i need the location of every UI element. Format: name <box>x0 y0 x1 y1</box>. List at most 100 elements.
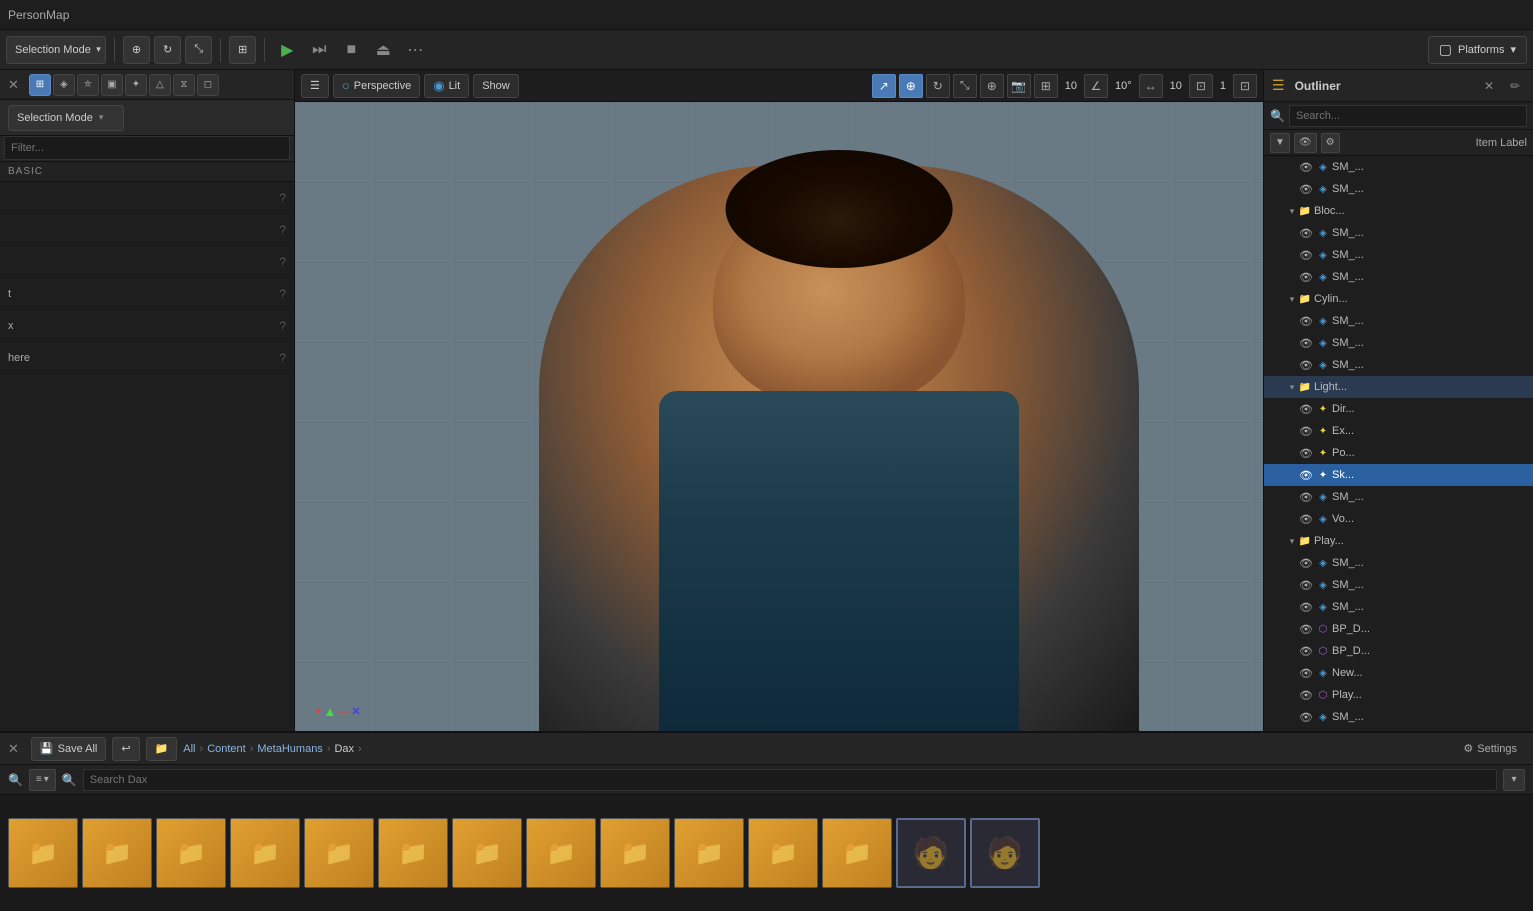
scale-mode-icon-btn[interactable]: ⤡ <box>953 74 977 98</box>
content-thumb-7[interactable]: 📁 <box>452 818 522 888</box>
snap-icon-btn[interactable]: ⊡ <box>1189 74 1213 98</box>
content-thumb-10[interactable]: 📁 <box>674 818 744 888</box>
eye-icon-sm8[interactable]: 👁 <box>1298 357 1314 373</box>
panel-tab-placement[interactable]: ⊞ <box>29 74 51 96</box>
tree-item-sky-light[interactable]: 👁 ✦ Sk... <box>1264 464 1533 486</box>
viewport-hamburger-button[interactable]: ☰ <box>301 74 329 98</box>
show-button[interactable]: Show <box>473 74 519 98</box>
viewport-canvas[interactable]: + ▲ — ✕ <box>295 102 1263 731</box>
eye-icon-vol[interactable]: 👁 <box>1298 511 1314 527</box>
eject-button[interactable]: ⏏ <box>369 36 397 64</box>
tree-item-vol[interactable]: 👁 ◈ Vo... <box>1264 508 1533 530</box>
outliner-vis-button[interactable]: 👁 <box>1294 133 1317 153</box>
tree-item-sm1[interactable]: 👁 ◈ SM_... <box>1264 156 1533 178</box>
tree-item-sm5[interactable]: 👁 ◈ SM_... <box>1264 266 1533 288</box>
content-search-input[interactable] <box>83 769 1497 791</box>
cyl-folder-expand-icon[interactable]: ▾ <box>1286 293 1298 305</box>
history-back-button[interactable]: ↩ <box>112 737 139 761</box>
content-thumb-4[interactable]: 📁 <box>230 818 300 888</box>
property-help-3[interactable]: ? <box>279 255 286 269</box>
panel-tab-foliage[interactable]: ⛤ <box>77 74 99 96</box>
eye-icon-exp[interactable]: 👁 <box>1298 423 1314 439</box>
folder-button[interactable]: 📁 <box>146 737 178 761</box>
content-thumb-1[interactable]: 📁 <box>8 818 78 888</box>
tree-item-bp2[interactable]: 👁 ⬡ BP_D... <box>1264 640 1533 662</box>
panel-tab-meshpaint[interactable]: ✦ <box>125 74 147 96</box>
property-help-4[interactable]: ? <box>279 287 286 301</box>
content-thumb-14[interactable]: 🧑 <box>970 818 1040 888</box>
eye-icon-sm1[interactable]: 👁 <box>1298 159 1314 175</box>
content-thumb-13[interactable]: 🧑 <box>896 818 966 888</box>
breadcrumb-all[interactable]: All <box>183 743 195 755</box>
tree-item-player-folder[interactable]: ▾ 📁 Play... <box>1264 530 1533 552</box>
panel-tab-fracture[interactable]: ⧖ <box>173 74 195 96</box>
eye-icon-sm3[interactable]: 👁 <box>1298 225 1314 241</box>
property-help-6[interactable]: ? <box>279 351 286 365</box>
content-thumb-12[interactable]: 📁 <box>822 818 892 888</box>
breadcrumb-content[interactable]: Content <box>207 743 246 755</box>
surface-snap-button[interactable]: ⊞ <box>229 36 256 64</box>
breadcrumb-metahumans[interactable]: MetaHumans <box>257 743 322 755</box>
eye-icon-sm9[interactable]: 👁 <box>1298 489 1314 505</box>
tree-item-new[interactable]: 👁 ◈ New... <box>1264 662 1533 684</box>
filter-input[interactable] <box>4 136 290 160</box>
tree-item-sm7[interactable]: 👁 ◈ SM_... <box>1264 332 1533 354</box>
platforms-button[interactable]: ▢ Platforms ▾ <box>1428 36 1527 64</box>
content-thumb-9[interactable]: 📁 <box>600 818 670 888</box>
tree-item-sm11[interactable]: 👁 ◈ SM_... <box>1264 574 1533 596</box>
translate-mode-icon-btn[interactable]: ⊕ <box>899 74 923 98</box>
eye-icon-bp1[interactable]: 👁 <box>1298 621 1314 637</box>
play-button[interactable]: ▶ <box>273 36 301 64</box>
tree-item-block-folder[interactable]: ▾ 📁 Bloc... <box>1264 200 1533 222</box>
tree-item-sm13[interactable]: 👁 ◈ SM_... <box>1264 706 1533 728</box>
move-icon-btn[interactable]: ↔ <box>1139 74 1163 98</box>
outliner-close-button[interactable]: ✕ <box>1479 76 1499 96</box>
scale-tool-button[interactable]: ⤡ <box>185 36 212 64</box>
panel-tab-shapes[interactable]: ◈ <box>53 74 75 96</box>
property-help-2[interactable]: ? <box>279 223 286 237</box>
angle-icon-btn[interactable]: ∠ <box>1084 74 1108 98</box>
tree-item-bp1[interactable]: 👁 ⬡ BP_D... <box>1264 618 1533 640</box>
world-local-icon-btn[interactable]: ⊕ <box>980 74 1004 98</box>
grid-icon-btn[interactable]: ⊞ <box>1034 74 1058 98</box>
panel-tab-landscape[interactable]: ▣ <box>101 74 123 96</box>
eye-icon-dir[interactable]: 👁 <box>1298 401 1314 417</box>
tree-item-sm10[interactable]: 👁 ◈ SM_... <box>1264 552 1533 574</box>
outliner-search-input[interactable] <box>1289 105 1527 127</box>
translate-tool-button[interactable]: ⊕ <box>123 36 150 64</box>
stop-button[interactable]: ■ <box>337 36 365 64</box>
eye-icon-sm2[interactable]: 👁 <box>1298 181 1314 197</box>
breadcrumb-dax[interactable]: Dax <box>334 743 354 755</box>
eye-icon-sm6[interactable]: 👁 <box>1298 313 1314 329</box>
tree-item-point-light[interactable]: 👁 ✦ Po... <box>1264 442 1533 464</box>
tree-item-sm12[interactable]: 👁 ◈ SM_... <box>1264 596 1533 618</box>
tree-item-sm9[interactable]: 👁 ◈ SM_... <box>1264 486 1533 508</box>
content-thumb-2[interactable]: 📁 <box>82 818 152 888</box>
tree-item-sm4[interactable]: 👁 ◈ SM_... <box>1264 244 1533 266</box>
eye-icon-point[interactable]: 👁 <box>1298 445 1314 461</box>
selection-dropdown[interactable]: Selection Mode ▾ <box>8 105 124 131</box>
tree-item-sm6[interactable]: 👁 ◈ SM_... <box>1264 310 1533 332</box>
left-panel-close-button[interactable]: ✕ <box>8 77 19 93</box>
settings-button[interactable]: ⚙ Settings <box>1455 737 1525 761</box>
player-folder-expand-icon[interactable]: ▾ <box>1286 535 1298 547</box>
rotate-mode-icon-btn[interactable]: ↻ <box>926 74 950 98</box>
more-options-button[interactable]: ⋯ <box>401 36 429 64</box>
tree-item-exp-light[interactable]: 👁 ✦ Ex... <box>1264 420 1533 442</box>
tree-item-light-folder[interactable]: ▾ 📁 Light... <box>1264 376 1533 398</box>
content-thumb-6[interactable]: 📁 <box>378 818 448 888</box>
property-help-5[interactable]: ? <box>279 319 286 333</box>
content-thumb-8[interactable]: 📁 <box>526 818 596 888</box>
eye-icon-sm10[interactable]: 👁 <box>1298 555 1314 571</box>
filter-toggle-button[interactable]: ≡ ▾ <box>29 769 56 791</box>
eye-icon-sky[interactable]: 👁 <box>1298 467 1314 483</box>
rotate-tool-button[interactable]: ↻ <box>154 36 181 64</box>
eye-icon-bp2[interactable]: 👁 <box>1298 643 1314 659</box>
select-mode-icon-btn[interactable]: ↗ <box>872 74 896 98</box>
eye-icon-sm4[interactable]: 👁 <box>1298 247 1314 263</box>
panel-tab-brushedit[interactable]: ◻ <box>197 74 219 96</box>
content-thumb-5[interactable]: 📁 <box>304 818 374 888</box>
tree-item-sm3[interactable]: 👁 ◈ SM_... <box>1264 222 1533 244</box>
lit-button[interactable]: ◉ Lit <box>424 74 469 98</box>
bottom-close-button[interactable]: ✕ <box>8 741 19 757</box>
